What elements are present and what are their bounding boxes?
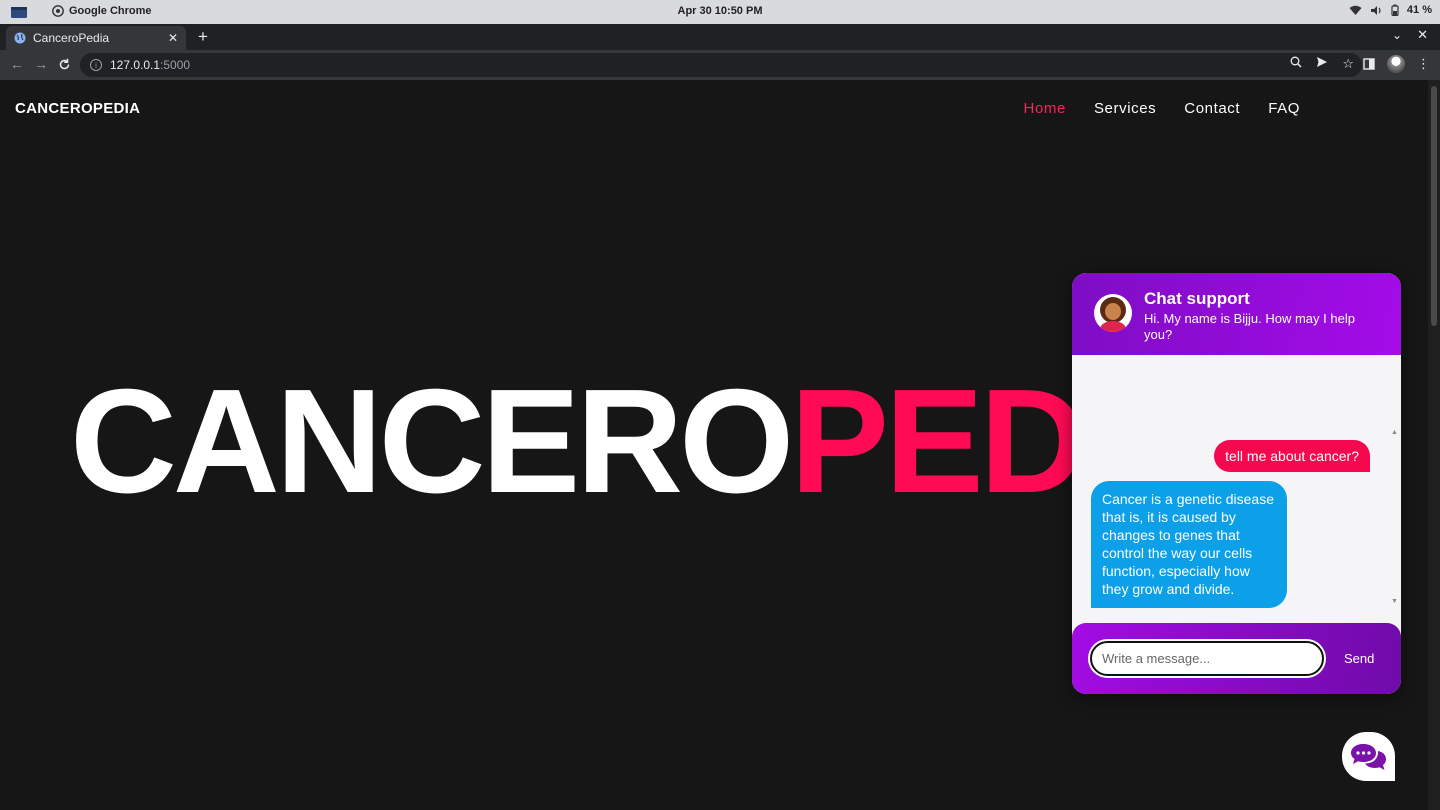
nav-contact[interactable]: Contact xyxy=(1184,100,1240,117)
scroll-down-icon[interactable]: ▼ xyxy=(1391,598,1398,605)
browser-tab-strip: CanceroPedia ✕ + ⌄ ✕ xyxy=(0,24,1440,50)
scrollbar-thumb[interactable] xyxy=(1431,86,1437,326)
chat-subtitle: Hi. My name is Bijju. How may I help you… xyxy=(1144,311,1355,342)
tab-title: CanceroPedia xyxy=(33,31,110,45)
page-scrollbar[interactable] xyxy=(1428,80,1440,810)
chat-send-button[interactable]: Send xyxy=(1344,651,1374,666)
chat-messages[interactable]: tell me about cancer? Cancer is a geneti… xyxy=(1072,355,1401,623)
nav-home[interactable]: Home xyxy=(1024,100,1066,117)
send-to-devices-icon[interactable] xyxy=(1316,56,1328,68)
os-clock[interactable]: Apr 30 10:50 PM xyxy=(0,5,1440,17)
chat-footer: Send xyxy=(1072,623,1401,694)
scroll-up-icon[interactable]: ▲ xyxy=(1391,429,1398,436)
wifi-icon xyxy=(1349,5,1362,15)
browser-toolbar: ← → i 127.0.0.1:5000 ☆ ⋮ xyxy=(0,50,1440,80)
volume-icon xyxy=(1370,5,1381,15)
chrome-menu-icon[interactable]: ⋮ xyxy=(1417,56,1430,72)
reload-icon[interactable] xyxy=(58,58,71,71)
site-info-icon[interactable]: i xyxy=(90,59,102,71)
new-tab-button[interactable]: + xyxy=(194,27,212,47)
site-nav: Home Services Contact FAQ xyxy=(1024,100,1300,117)
tab-close-icon[interactable]: ✕ xyxy=(168,31,178,45)
bot-message: Cancer is a genetic disease that is, it … xyxy=(1091,481,1287,608)
tab-search-chevron-icon[interactable]: ⌄ xyxy=(1392,28,1402,42)
nav-services[interactable]: Services xyxy=(1094,100,1156,117)
chat-bubbles-icon xyxy=(1350,743,1386,770)
chat-title: Chat support xyxy=(1144,289,1250,308)
url-port: :5000 xyxy=(160,58,191,72)
chat-widget: Chat support Hi. My name is Bijju. How m… xyxy=(1072,273,1401,694)
hero-word-white: CANCERO xyxy=(70,359,794,524)
back-arrow-icon[interactable]: ← xyxy=(10,56,24,72)
battery-percent: 41 % xyxy=(1406,4,1432,16)
bookmark-star-icon[interactable]: ☆ xyxy=(1342,56,1354,72)
hero-heading: CANCEROPEDIA xyxy=(70,368,1227,516)
chat-toggle-button[interactable] xyxy=(1342,732,1395,781)
chat-scrollbar[interactable]: ▲ ▼ xyxy=(1391,429,1398,605)
system-tray[interactable]: 41 % xyxy=(1349,4,1432,16)
user-message: tell me about cancer? xyxy=(1214,440,1370,472)
window-close-icon[interactable]: ✕ xyxy=(1417,27,1428,43)
address-bar[interactable]: i 127.0.0.1:5000 xyxy=(80,53,1362,77)
profile-avatar[interactable] xyxy=(1387,55,1405,73)
side-panel-icon[interactable] xyxy=(1363,58,1375,70)
nav-faq[interactable]: FAQ xyxy=(1268,100,1300,117)
globe-icon xyxy=(14,32,26,44)
zoom-icon[interactable] xyxy=(1290,56,1302,68)
chat-header: Chat support Hi. My name is Bijju. How m… xyxy=(1072,273,1401,355)
support-agent-avatar xyxy=(1094,294,1132,332)
battery-icon xyxy=(1391,4,1399,16)
browser-tab[interactable]: CanceroPedia ✕ xyxy=(6,26,186,50)
forward-arrow-icon[interactable]: → xyxy=(34,56,48,72)
site-brand[interactable]: CANCEROPEDIA xyxy=(15,100,140,117)
chat-message-input[interactable] xyxy=(1090,641,1324,676)
os-top-bar: Google Chrome Apr 30 10:50 PM 41 % xyxy=(0,0,1440,24)
url-host: 127.0.0.1 xyxy=(110,58,161,72)
